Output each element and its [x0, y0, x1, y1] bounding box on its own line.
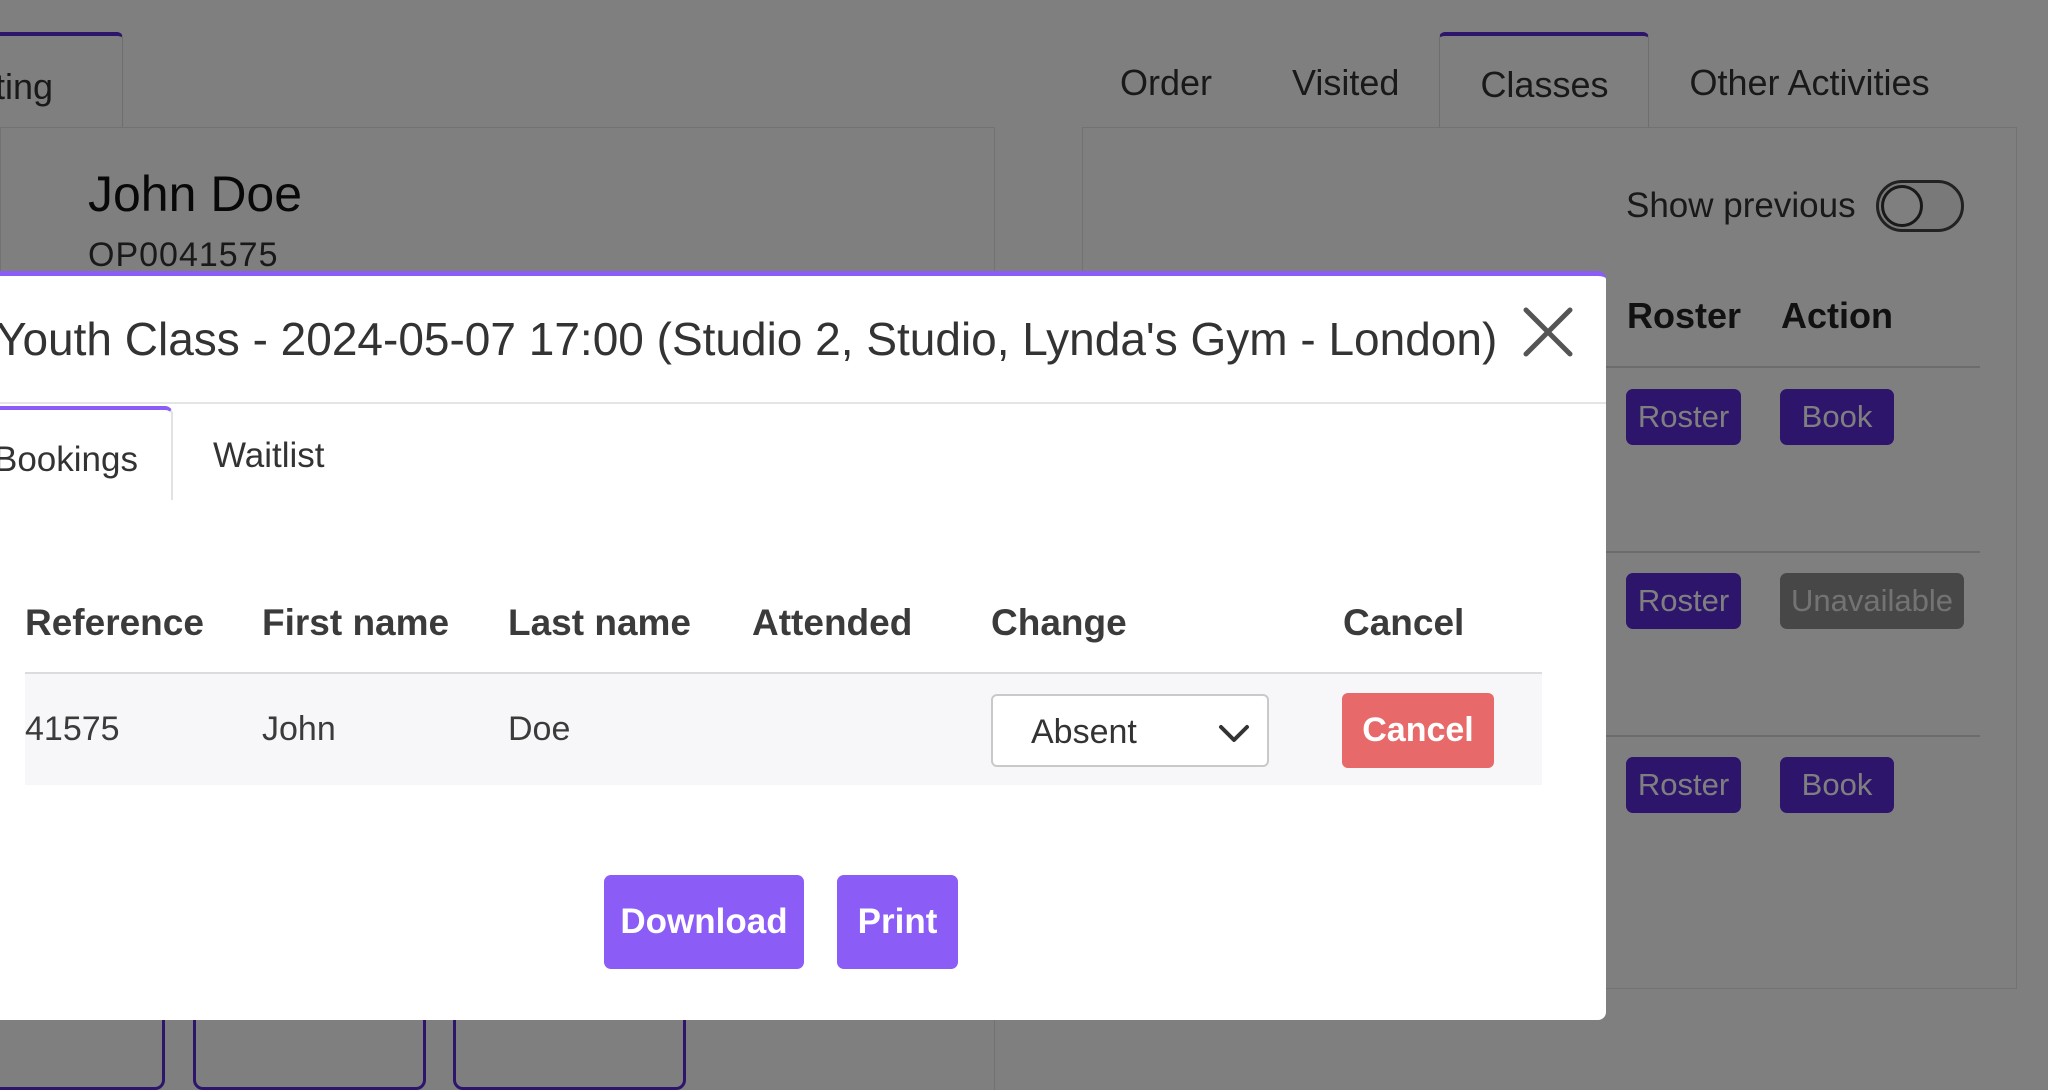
- table-header: Reference First name Last name Attended …: [25, 576, 1542, 674]
- last-name-header: Last name: [508, 602, 692, 643]
- attendance-select-value: Absent: [1031, 713, 1137, 751]
- cancel-booking-button[interactable]: Cancel: [1342, 693, 1494, 768]
- cancel-header: Cancel: [1343, 602, 1465, 643]
- bookings-table: Reference First name Last name Attended …: [25, 576, 1542, 785]
- table-row: 41575 John Doe Absent Cancel: [25, 674, 1542, 785]
- chevron-down-icon: [1219, 725, 1249, 742]
- tab-waitlist[interactable]: Waitlist: [213, 406, 324, 500]
- change-header: Change: [991, 602, 1127, 643]
- attendance-select[interactable]: Absent: [991, 694, 1269, 767]
- close-button[interactable]: [1520, 304, 1576, 360]
- download-button[interactable]: Download: [604, 875, 804, 969]
- reference-cell: 41575: [25, 710, 120, 748]
- class-roster-modal: Youth Class - 2024-05-07 17:00 (Studio 2…: [0, 271, 1606, 1020]
- tab-bookings[interactable]: Bookings: [0, 406, 173, 500]
- attended-header: Attended: [752, 602, 913, 643]
- close-icon: [1523, 307, 1573, 357]
- first-name-cell: John: [262, 710, 336, 748]
- first-name-header: First name: [262, 602, 450, 643]
- modal-tabs: Bookings Waitlist: [0, 406, 1606, 500]
- modal-title: Youth Class - 2024-05-07 17:00 (Studio 2…: [0, 313, 1498, 365]
- last-name-cell: Doe: [508, 710, 571, 748]
- modal-header-divider: [0, 402, 1606, 404]
- reference-header: Reference: [25, 602, 204, 643]
- print-button[interactable]: Print: [837, 875, 958, 969]
- tab-bookings-label: Bookings: [0, 440, 138, 479]
